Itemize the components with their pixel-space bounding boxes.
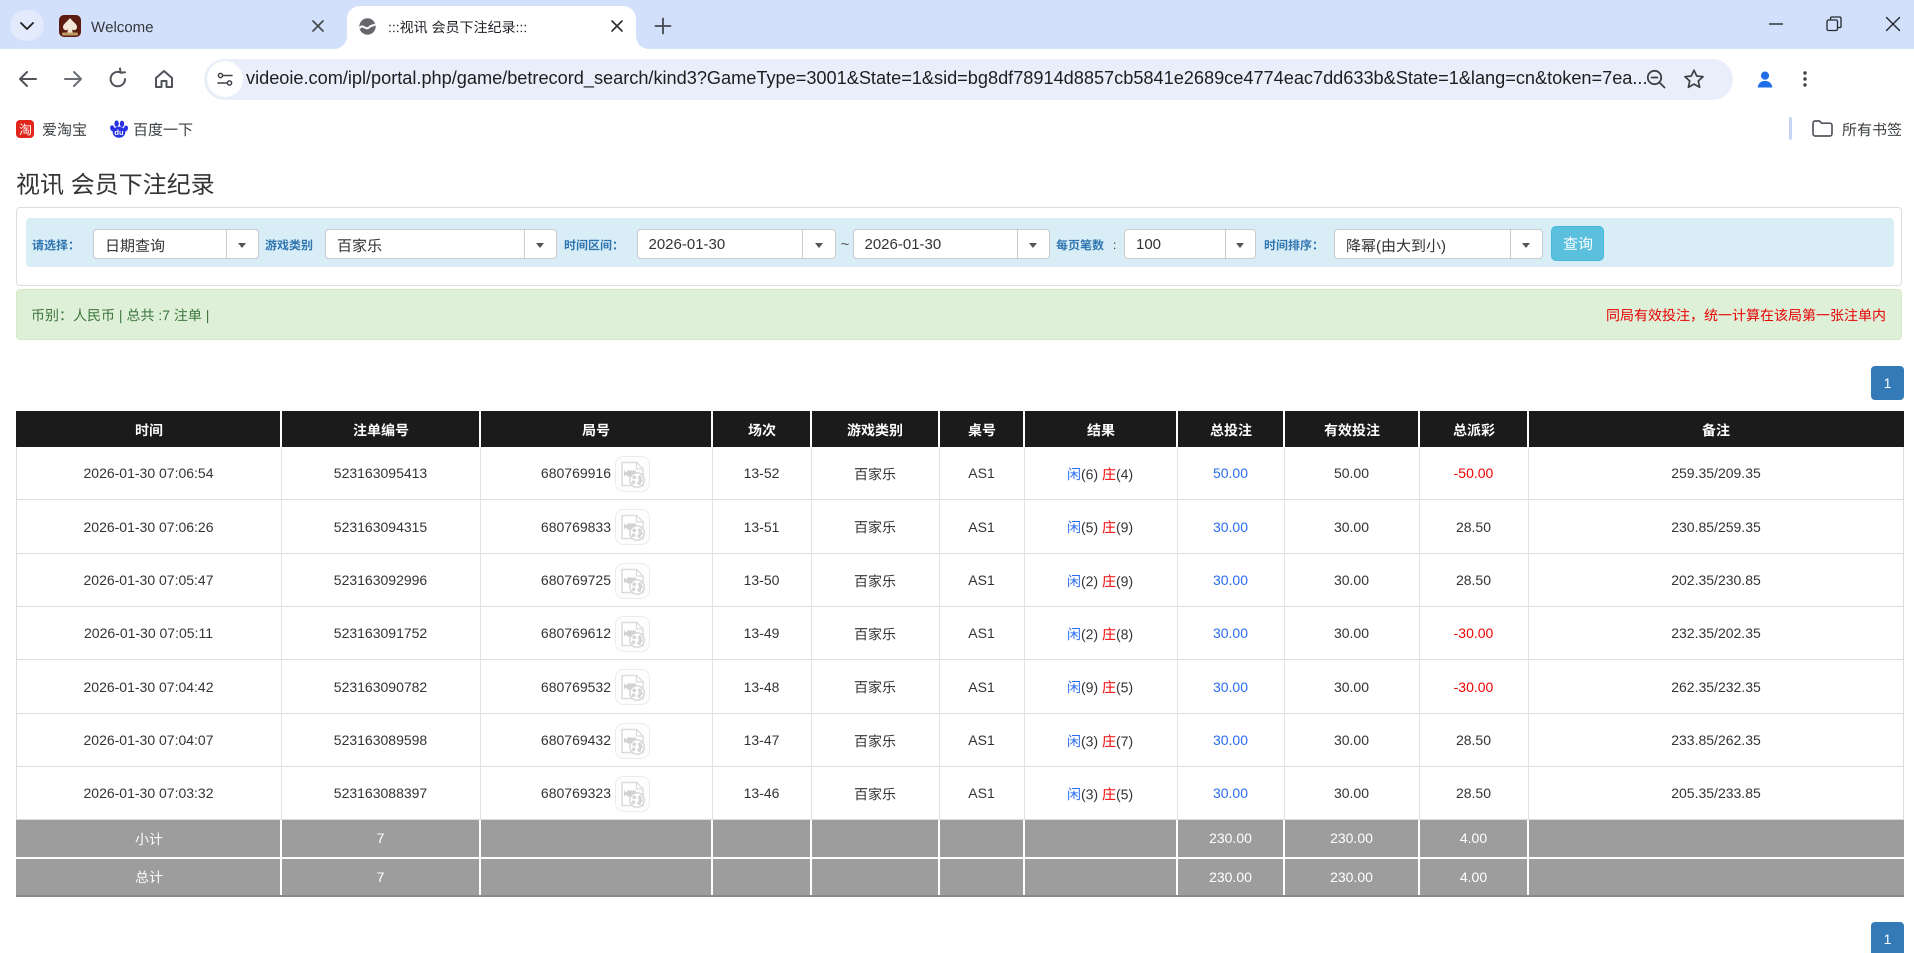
svg-text:du: du <box>114 128 124 137</box>
